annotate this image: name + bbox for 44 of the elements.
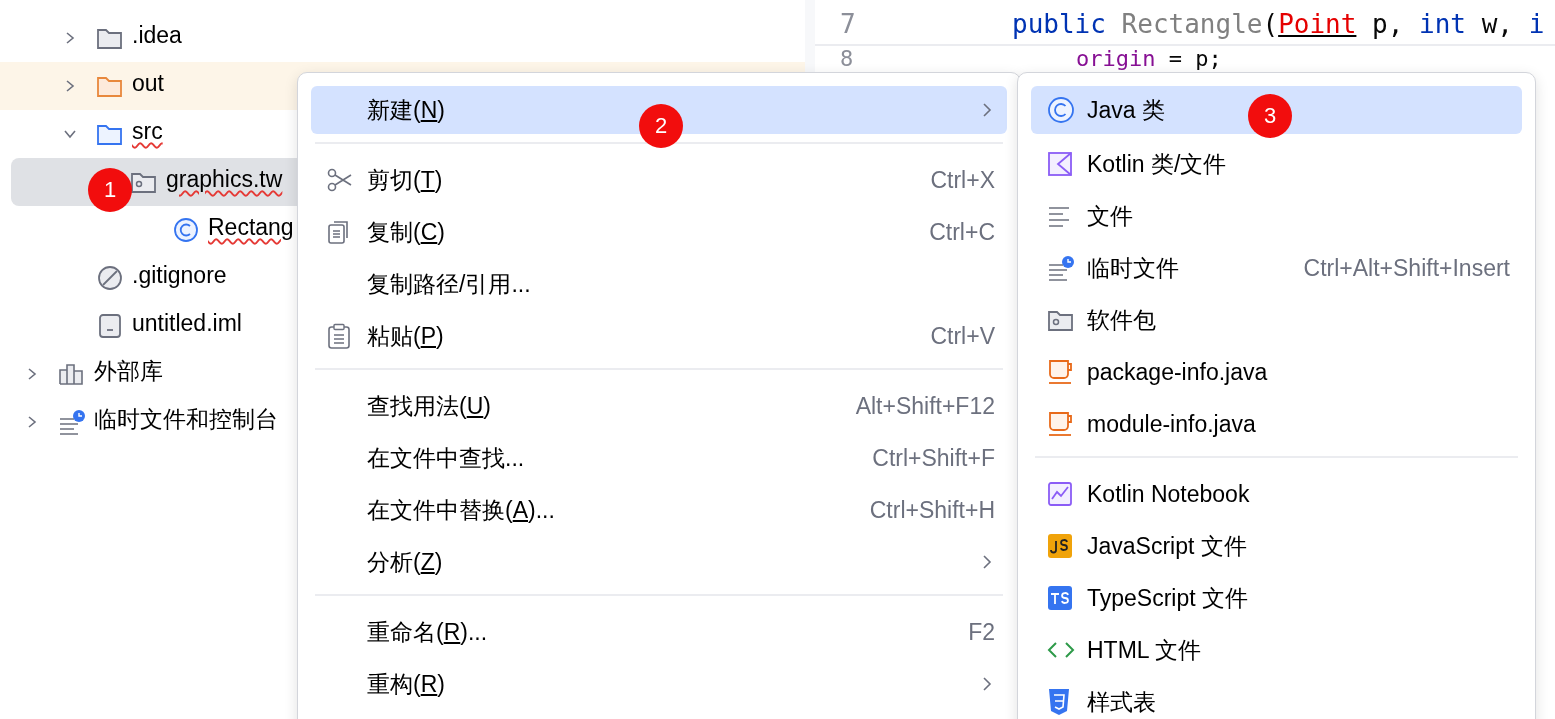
shortcut: Ctrl+X xyxy=(930,166,995,194)
shortcut: Ctrl+Alt+Shift+Insert xyxy=(1303,254,1510,282)
item-label: untitled.iml xyxy=(132,309,242,338)
menu-label: 样式表 xyxy=(1087,687,1156,717)
menu-label: 在文件中查找... xyxy=(367,443,525,473)
menu-label: 临时文件 xyxy=(1087,253,1179,283)
menu-label: TypeScript 文件 xyxy=(1087,583,1249,613)
item-label: Rectang xyxy=(208,213,294,242)
shortcut: Ctrl+V xyxy=(930,322,995,350)
menu-label: 复制(C) xyxy=(367,217,445,247)
menu-label: Kotlin 类/文件 xyxy=(1087,149,1227,179)
item-label: out xyxy=(132,69,164,98)
code-line: origin = p; xyxy=(1075,46,1222,72)
menu-label: HTML 文件 xyxy=(1087,635,1202,665)
menu-label: 查找用法(U) xyxy=(367,391,491,421)
item-label: 临时文件和控制台 xyxy=(94,405,278,434)
item-label: src xyxy=(132,117,163,146)
menu-label: JavaScript 文件 xyxy=(1087,531,1247,561)
menu-label: 重构(R) xyxy=(367,669,445,699)
menu-label: 粘贴(P) xyxy=(367,321,444,351)
line-number: 8 xyxy=(839,46,855,72)
shortcut: Ctrl+Shift+F xyxy=(872,444,995,472)
menu-label: package-info.java xyxy=(1087,358,1268,386)
shortcut: Ctrl+Shift+H xyxy=(869,496,995,524)
menu-label: 分析(Z) xyxy=(367,547,443,577)
menu-label: Kotlin Notebook xyxy=(1087,480,1250,508)
menu-label: 新建(N) xyxy=(367,95,445,125)
item-label: .idea xyxy=(132,21,182,50)
item-label: .gitignore xyxy=(132,261,227,290)
menu-label: 在文件中替换(A)... xyxy=(367,495,555,525)
item-label: graphics.tw xyxy=(166,165,283,194)
menu-label: module-info.java xyxy=(1087,410,1256,438)
shortcut: F2 xyxy=(968,618,995,646)
item-label: 外部库 xyxy=(94,357,163,386)
menu-label: Java 类 xyxy=(1087,95,1165,125)
menu-label: 软件包 xyxy=(1087,305,1156,335)
menu-label: 复制路径/引用... xyxy=(367,269,531,299)
code-line: public Rectangle(Point p, int w, i xyxy=(1011,9,1545,39)
menu-label: 剪切(T) xyxy=(367,165,443,195)
menu-label: 文件 xyxy=(1087,201,1133,231)
shortcut: Alt+Shift+F12 xyxy=(855,392,995,420)
menu-label: 重命名(R)... xyxy=(367,617,488,647)
shortcut: Ctrl+C xyxy=(929,218,995,246)
line-number: 7 xyxy=(839,9,857,39)
